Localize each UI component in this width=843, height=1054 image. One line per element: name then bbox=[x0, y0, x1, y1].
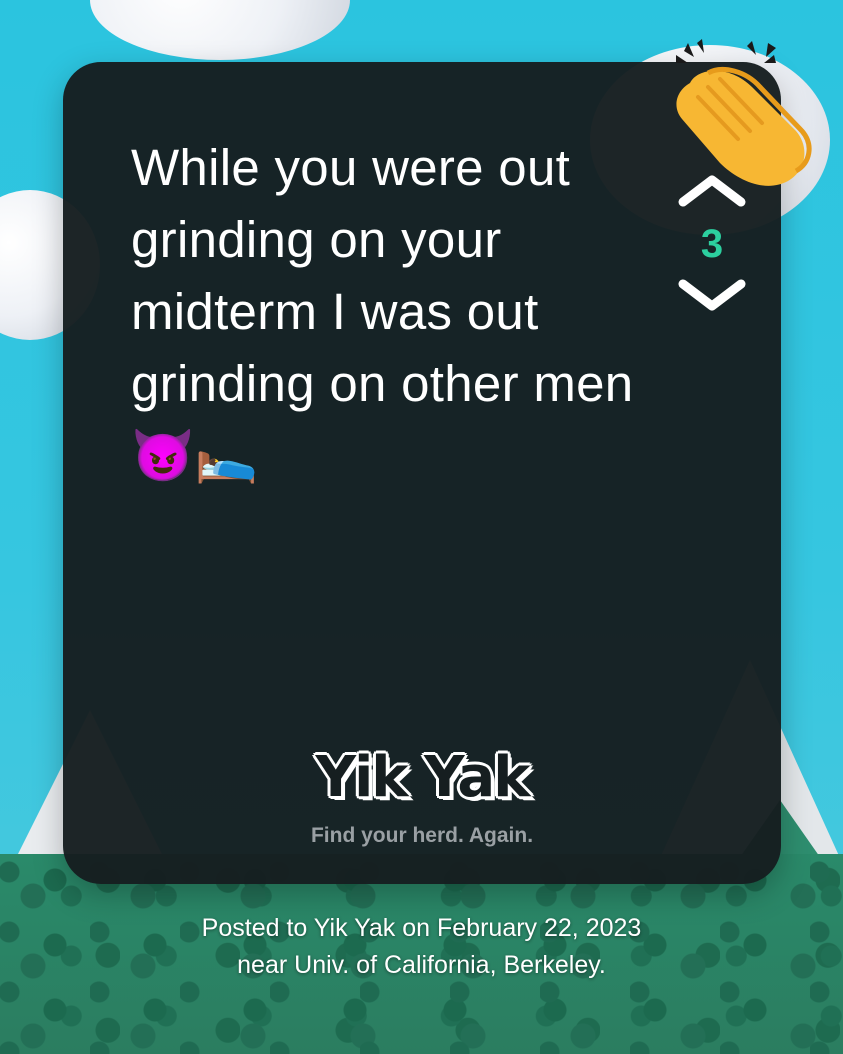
tagline: Find your herd. Again. bbox=[310, 824, 534, 847]
cloud-decoration bbox=[90, 0, 350, 60]
brand-block: Yik Yak Find your herd. Again. bbox=[63, 745, 781, 848]
yik-yak-logo: Yik Yak bbox=[315, 745, 531, 810]
post-text: While you were out grinding on your midt… bbox=[131, 139, 634, 484]
post-caption: Posted to Yik Yak on February 22, 2023 n… bbox=[201, 914, 642, 979]
clapping-hands-icon bbox=[676, 39, 812, 186]
vote-control: 3 bbox=[672, 170, 752, 316]
chevron-down-icon[interactable] bbox=[675, 276, 749, 316]
vote-count: 3 bbox=[700, 222, 724, 266]
